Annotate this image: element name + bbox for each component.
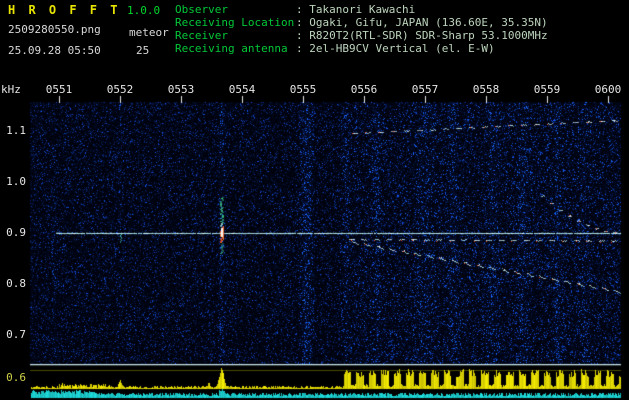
- freq-label-1.0: 1.0: [6, 175, 26, 188]
- time-label-0557: 0557: [411, 83, 439, 96]
- info-row-receiver: Receiver : R820T2(RTL-SDR) SDR-Sharp 53.1…: [175, 30, 548, 42]
- time-label-0556: 0556: [350, 83, 378, 96]
- time-label-0555: 0555: [289, 83, 317, 96]
- info-value-location: : Ogaki, Gifu, JAPAN (136.60E, 35.35N): [296, 16, 548, 29]
- info-row-location: Receiving Location: Ogaki, Gifu, JAPAN (…: [175, 17, 548, 29]
- info-label-receiver: Receiver: [175, 29, 228, 42]
- freq-label-0.9: 0.9: [6, 226, 26, 239]
- app-version: 1.0.0: [127, 4, 161, 17]
- info-value-observer: : Takanori Kawachi: [296, 3, 416, 16]
- info-value-antenna: : 2el-HB9CV Vertical (el. E-W): [296, 42, 495, 55]
- freq-label-0.6: 0.6: [6, 371, 26, 384]
- info-label-observer: Observer: [175, 3, 228, 16]
- time-label-0554: 0554: [228, 83, 256, 96]
- time-label-0553: 0553: [167, 83, 195, 96]
- freq-unit-label: kHz: [1, 83, 21, 96]
- datetime-label: 25.09.28 05:50: [8, 44, 101, 57]
- time-label-0600: 0600: [594, 83, 622, 96]
- time-label-0551: 0551: [45, 83, 73, 96]
- count-label: 25: [136, 44, 150, 57]
- app-title: H R O F F T: [8, 3, 121, 17]
- time-label-0552: 0552: [106, 83, 134, 96]
- spectrogram-canvas: [0, 0, 629, 400]
- time-label-0559: 0559: [533, 83, 561, 96]
- hrofft-screen: H R O F F T 1.0.0 2509280550.png meteor …: [0, 0, 629, 400]
- info-row-antenna: Receiving antenna : 2el-HB9CV Vertical (e…: [175, 43, 495, 55]
- output-filename: 2509280550.png: [8, 23, 101, 36]
- info-label-antenna: Receiving antenna: [175, 42, 288, 55]
- freq-label-1.1: 1.1: [6, 124, 26, 137]
- info-value-receiver: : R820T2(RTL-SDR) SDR-Sharp 53.1000MHz: [296, 29, 548, 42]
- freq-label-0.8: 0.8: [6, 277, 26, 290]
- time-label-0558: 0558: [472, 83, 500, 96]
- info-row-observer: Observer : Takanori Kawachi: [175, 4, 415, 16]
- info-label-location: Receiving Location: [175, 16, 295, 29]
- mode-label: meteor: [129, 26, 169, 39]
- freq-label-0.7: 0.7: [6, 328, 26, 341]
